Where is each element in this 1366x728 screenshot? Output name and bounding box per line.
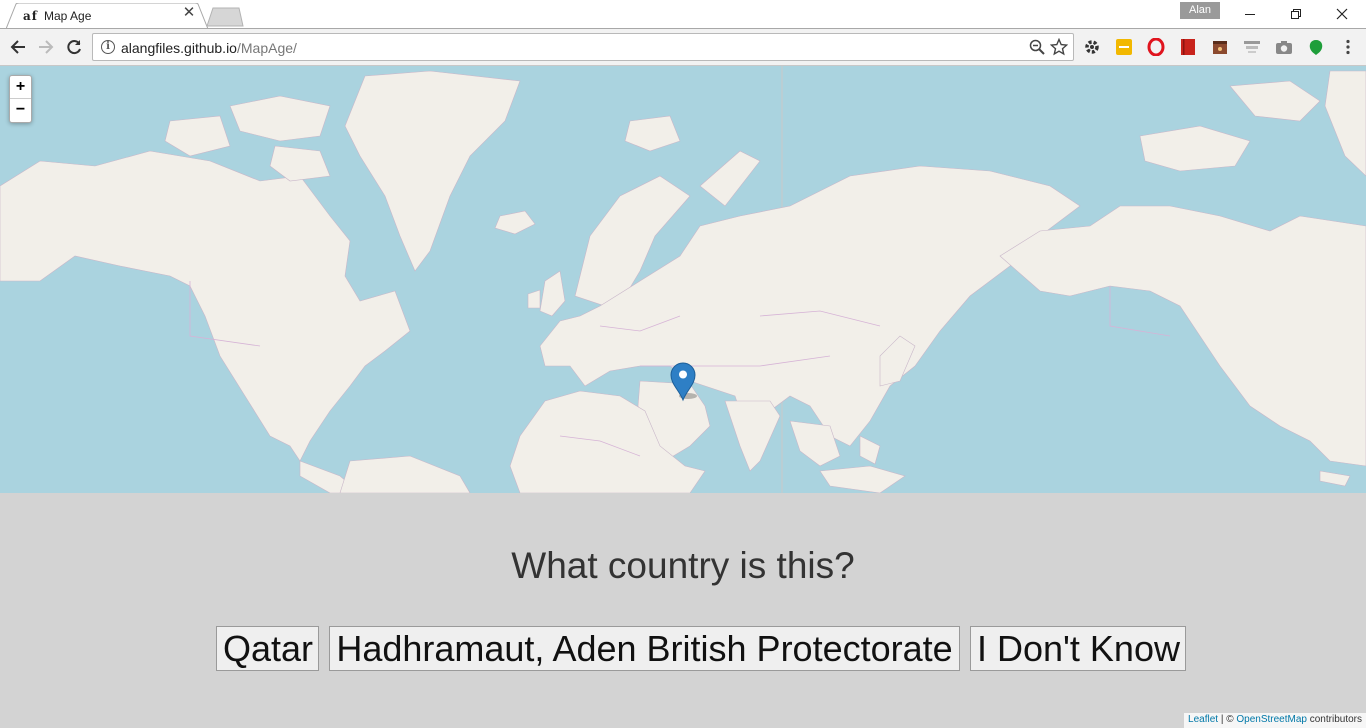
tab-map-age[interactable]: af Map Age ✕ [6, 3, 210, 29]
address-bar[interactable]: i alangfiles.github.io/MapAge/ [92, 33, 1074, 61]
answer-qatar-button[interactable]: Qatar [216, 626, 319, 671]
green-leaf-extension-icon[interactable] [1306, 37, 1326, 57]
info-icon[interactable]: i [101, 40, 115, 54]
attribution-suffix: contributors [1306, 714, 1362, 725]
camera-extension-icon[interactable] [1274, 37, 1294, 57]
map-tiles [0, 66, 1366, 493]
tab-close-icon[interactable]: ✕ [182, 5, 196, 20]
close-icon[interactable] [1319, 0, 1365, 28]
restore-icon[interactable] [1273, 0, 1319, 28]
world-map[interactable]: + − [0, 66, 1366, 493]
openstreetmap-link[interactable]: OpenStreetMap [1236, 714, 1307, 725]
tab-title: Map Age [44, 9, 92, 23]
red-book-extension-icon[interactable] [1178, 37, 1198, 57]
back-arrow-icon[interactable] [8, 37, 28, 57]
clapper-extension-icon[interactable] [1210, 37, 1230, 57]
browser-toolbar: i alangfiles.github.io/MapAge/ [0, 29, 1366, 66]
zoom-out-button[interactable]: − [10, 99, 31, 122]
profile-badge[interactable]: Alan [1180, 2, 1220, 19]
attribution-separator: | © [1218, 714, 1237, 725]
url-text[interactable]: alangfiles.github.io/MapAge/ [121, 40, 297, 56]
minimize-icon[interactable] [1227, 0, 1273, 28]
map-marker-icon[interactable] [670, 362, 698, 407]
favicon-icon: af [23, 9, 38, 23]
yellow-extension-icon[interactable] [1114, 37, 1134, 57]
zoom-magnifier-icon[interactable] [1029, 39, 1045, 60]
forward-arrow-icon[interactable] [36, 37, 56, 57]
url-host: alangfiles.github.io [121, 40, 237, 56]
map-attribution: Leaflet | © OpenStreetMap contributors [1184, 713, 1366, 728]
question-text: What country is this? [511, 545, 855, 586]
opera-extension-icon[interactable] [1146, 37, 1166, 57]
answer-dont-know-button[interactable]: I Don't Know [970, 626, 1186, 671]
screen-extension-icon[interactable] [1242, 37, 1262, 57]
reload-icon[interactable] [64, 37, 84, 57]
answer-hadhramaut-button[interactable]: Hadhramaut, Aden British Protectorate [329, 626, 960, 671]
browser-title-bar: af Map Age ✕ Alan [0, 0, 1366, 29]
bookmark-star-icon[interactable] [1049, 37, 1069, 61]
zoom-control: + − [9, 75, 32, 123]
menu-icon[interactable] [1338, 37, 1358, 57]
leaflet-link[interactable]: Leaflet [1188, 714, 1218, 725]
url-path: /MapAge/ [236, 40, 297, 56]
zoom-in-button[interactable]: + [10, 76, 31, 99]
settings-extension-icon[interactable] [1082, 37, 1102, 57]
